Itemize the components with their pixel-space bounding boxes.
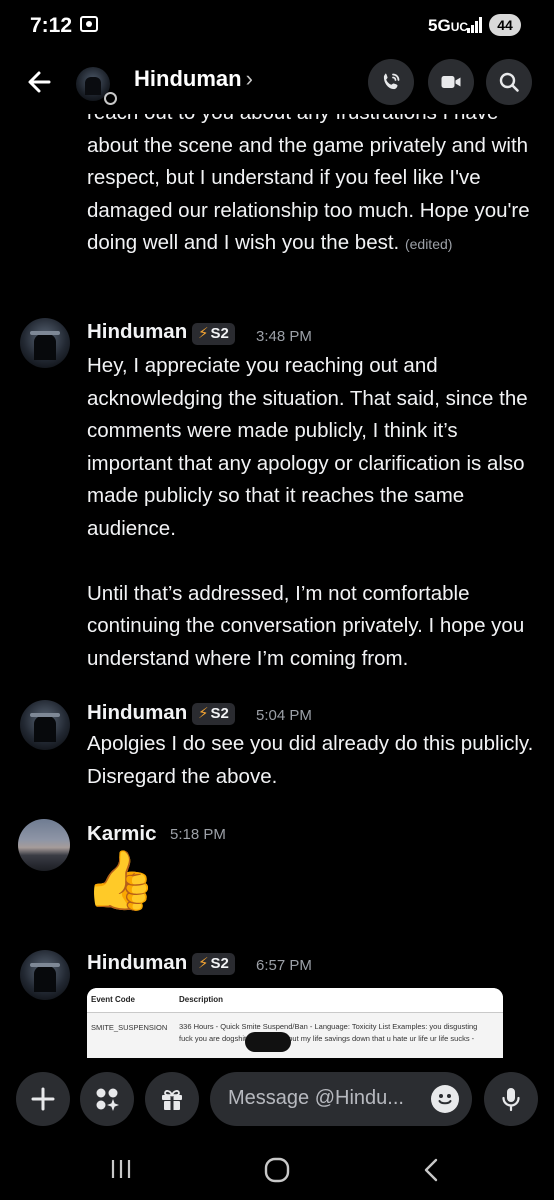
message-author[interactable]: Hinduman bbox=[87, 320, 187, 344]
message-author[interactable]: Karmic bbox=[87, 822, 157, 846]
message-timestamp: 5:18 PM bbox=[170, 826, 226, 843]
phone-icon bbox=[383, 73, 400, 90]
lightning-icon: ⚡ bbox=[198, 955, 209, 972]
status-bar: 7:12 5GUC 44 bbox=[0, 0, 554, 52]
message-author[interactable]: Hinduman bbox=[87, 701, 187, 725]
back-arrow-icon[interactable] bbox=[22, 64, 58, 100]
message-composer: Message @Hindu... bbox=[0, 1058, 554, 1140]
attachment-table-row: SMITE_SUSPENSION 336 Hours - Quick Smite… bbox=[87, 1013, 503, 1058]
apps-button[interactable] bbox=[80, 1072, 134, 1126]
message-continued: reach out to you about any frustrations … bbox=[87, 114, 530, 254]
message-timestamp: 6:57 PM bbox=[256, 957, 312, 974]
lightning-icon: ⚡ bbox=[198, 705, 209, 722]
lightning-icon: ⚡ bbox=[198, 325, 209, 342]
voice-call-button[interactable] bbox=[368, 59, 414, 105]
avatar[interactable] bbox=[18, 819, 70, 871]
clan-tag-badge[interactable]: ⚡ S2 bbox=[192, 953, 235, 975]
message-list[interactable]: reach out to you about any frustrations … bbox=[0, 114, 554, 1058]
battery-indicator: 44 bbox=[489, 14, 521, 36]
message-body: Apolgies I do see you did already do thi… bbox=[87, 732, 534, 788]
message-timestamp: 3:48 PM bbox=[256, 328, 312, 345]
plus-icon bbox=[31, 1087, 55, 1111]
gift-button[interactable] bbox=[145, 1072, 199, 1126]
avatar[interactable] bbox=[20, 700, 70, 750]
screen-record-icon bbox=[80, 16, 98, 32]
voice-message-button[interactable] bbox=[484, 1072, 538, 1126]
avatar[interactable] bbox=[20, 950, 70, 1000]
recent-apps-icon[interactable] bbox=[108, 1157, 134, 1181]
gift-icon bbox=[162, 1090, 182, 1110]
emoji-picker-icon[interactable] bbox=[431, 1085, 459, 1113]
message-author[interactable]: Hinduman bbox=[87, 951, 187, 975]
message-timestamp: 5:04 PM bbox=[256, 707, 312, 724]
home-icon[interactable] bbox=[263, 1156, 291, 1184]
signal-icon bbox=[467, 17, 483, 33]
search-button[interactable] bbox=[486, 59, 532, 105]
video-call-button[interactable] bbox=[428, 59, 474, 105]
clan-tag-badge[interactable]: ⚡ S2 bbox=[192, 703, 235, 725]
offline-status-icon bbox=[104, 92, 117, 105]
clan-tag-badge[interactable]: ⚡ S2 bbox=[192, 323, 235, 345]
image-attachment[interactable]: Event Code Description SMITE_SUSPENSION … bbox=[87, 988, 503, 1058]
header-username[interactable]: Hinduman › bbox=[134, 66, 253, 92]
message-input-placeholder: Message @Hindu... bbox=[228, 1087, 404, 1109]
message-input[interactable]: Message @Hindu... bbox=[210, 1072, 472, 1126]
avatar[interactable] bbox=[20, 318, 70, 368]
system-nav-bar bbox=[0, 1140, 554, 1200]
search-icon bbox=[499, 72, 519, 92]
back-nav-icon[interactable] bbox=[420, 1156, 444, 1184]
attachment-table-header: Event Code Description bbox=[87, 988, 503, 1013]
add-attachment-button[interactable] bbox=[16, 1072, 70, 1126]
network-indicator: 5GUC bbox=[428, 16, 469, 35]
status-time: 7:12 bbox=[30, 14, 73, 37]
video-camera-icon bbox=[441, 76, 461, 88]
edited-label: (edited) bbox=[404, 236, 453, 252]
microphone-icon bbox=[502, 1088, 520, 1112]
apps-icon bbox=[96, 1088, 119, 1111]
message-body: Hey, I appreciate you reaching out and a… bbox=[87, 354, 528, 670]
redaction-scribble bbox=[245, 1032, 291, 1052]
thumbs-up-emoji[interactable]: 👍 bbox=[84, 846, 156, 916]
dm-header: Hinduman › bbox=[0, 52, 554, 114]
